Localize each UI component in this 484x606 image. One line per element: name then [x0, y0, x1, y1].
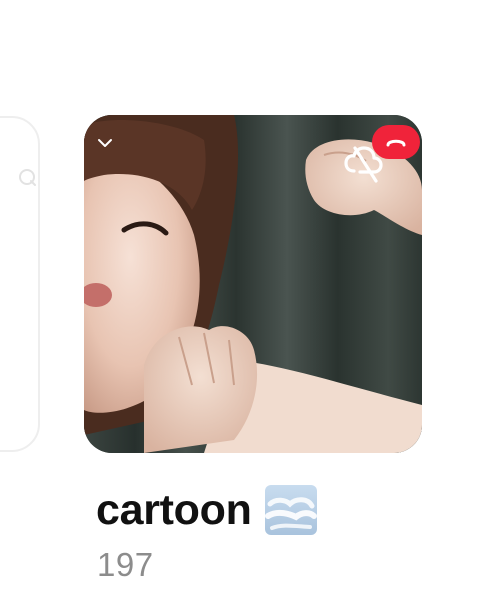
screen: cartoon 197 — [0, 0, 484, 606]
previous-card[interactable] — [0, 116, 40, 452]
chevron-down-icon — [98, 139, 112, 147]
collapse-button[interactable] — [94, 135, 116, 151]
fog-emoji-icon — [264, 485, 317, 535]
hang-up-button[interactable] — [372, 125, 420, 159]
viewer-count: 197 — [97, 546, 154, 583]
hang-up-icon — [386, 139, 406, 147]
title-text: cartoon — [96, 485, 252, 534]
live-video-card[interactable] — [84, 115, 422, 453]
generic-icon — [19, 169, 36, 186]
card-title[interactable]: cartoon — [96, 484, 318, 536]
